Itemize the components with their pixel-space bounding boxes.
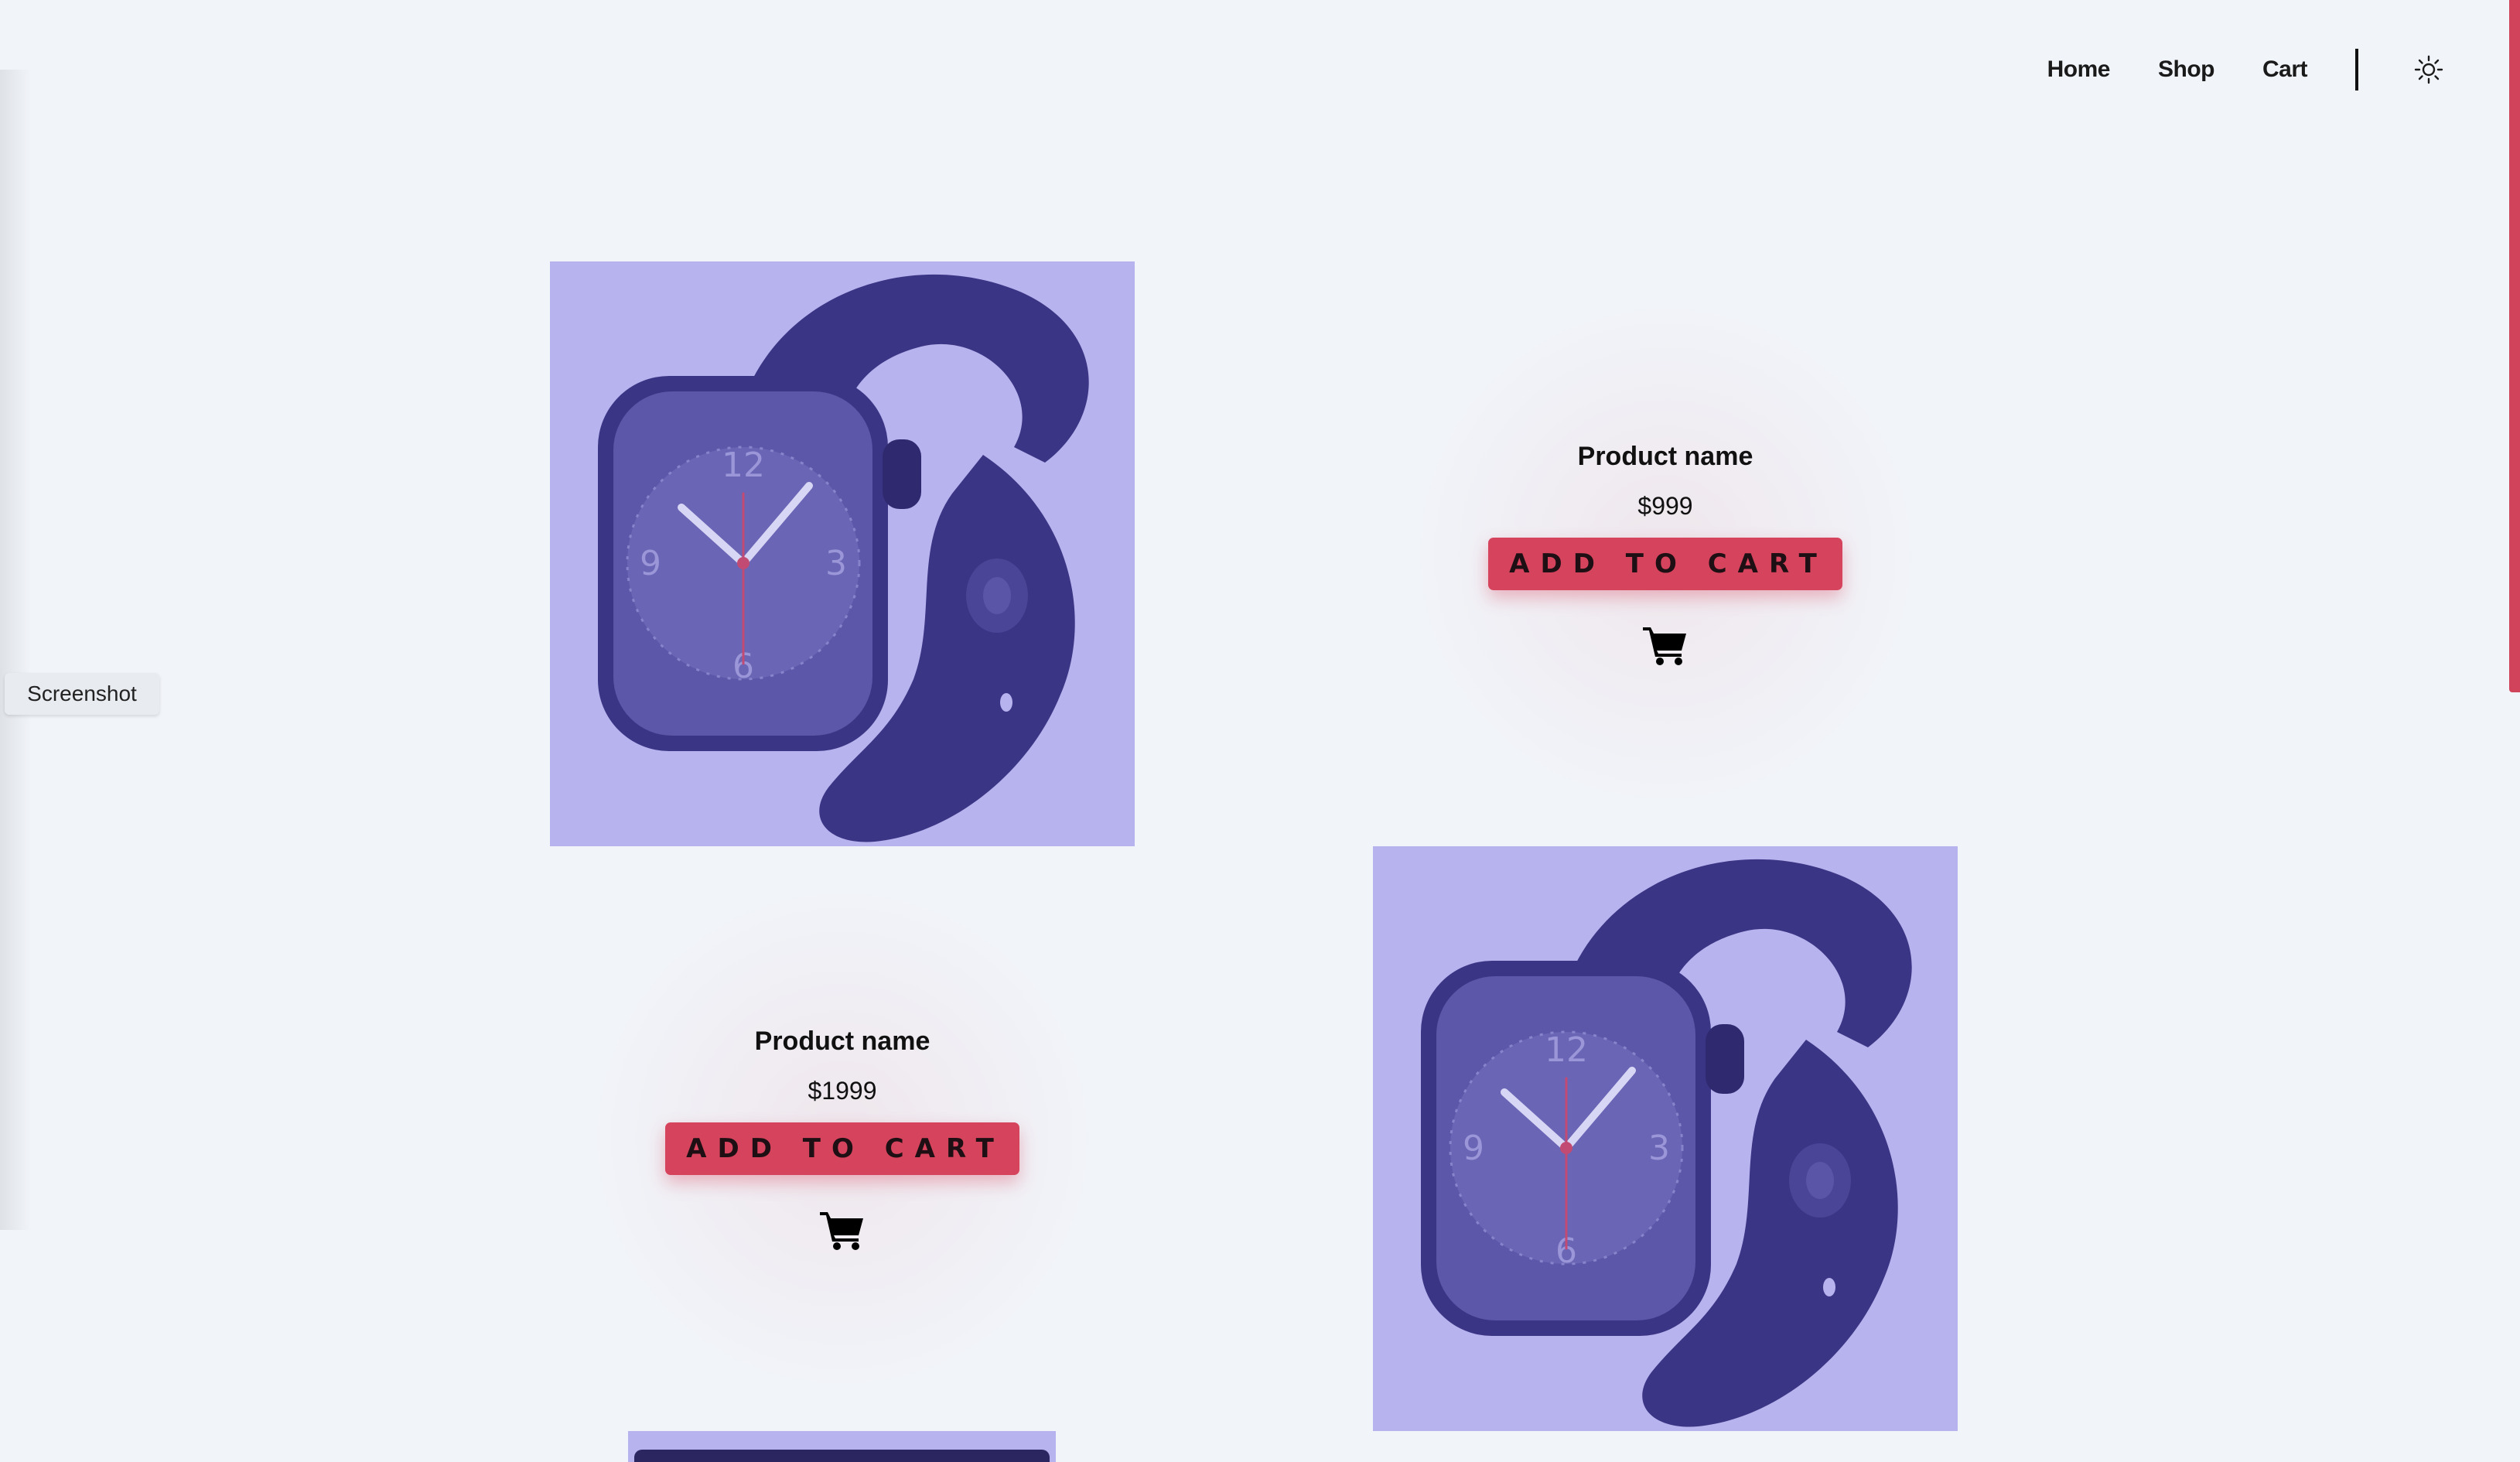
nav-divider: [2355, 49, 2358, 91]
screenshot-tag[interactable]: Screenshot: [5, 673, 159, 715]
svg-text:12: 12: [1545, 1030, 1588, 1070]
nav-link-cart[interactable]: Cart: [2262, 56, 2308, 83]
svg-text:3: 3: [1648, 1129, 1670, 1168]
cart-icon[interactable]: [1641, 624, 1689, 666]
theme-toggle-button[interactable]: [2411, 52, 2447, 87]
add-to-cart-button[interactable]: ADD TO CART: [1488, 538, 1842, 590]
svg-text:9: 9: [640, 544, 661, 583]
sun-icon: [2414, 55, 2443, 84]
add-to-cart-button[interactable]: ADD TO CART: [665, 1122, 1019, 1175]
nav-link-home[interactable]: Home: [2047, 56, 2111, 83]
product-card-1: Product name $999 ADD TO CART: [1373, 261, 1958, 846]
smartwatch-image: [634, 1450, 1050, 1462]
cart-icon[interactable]: [818, 1209, 866, 1251]
scrollbar-thumb[interactable]: [2509, 0, 2520, 692]
svg-text:3: 3: [825, 544, 847, 583]
main-nav: Home Shop Cart: [1999, 39, 2447, 101]
smartwatch-image: 12 6 3 9: [1421, 859, 1912, 1427]
product-image-3[interactable]: [628, 1431, 1056, 1462]
product-price: $999: [1637, 492, 1693, 520]
product-price: $1999: [808, 1077, 877, 1105]
product-image-2[interactable]: 12 6 3 9: [1373, 846, 1958, 1431]
nav-link-shop[interactable]: Shop: [2158, 56, 2215, 83]
product-name: Product name: [1577, 442, 1753, 471]
page-edge-shadow: [0, 70, 31, 1230]
product-image-1[interactable]: 12 6 3 9: [550, 261, 1135, 846]
smartwatch-image: 12 6 3 9: [598, 274, 1089, 842]
product-name: Product name: [754, 1026, 930, 1056]
product-card-2: Product name $1999 ADD TO CART: [550, 846, 1135, 1431]
svg-text:12: 12: [722, 446, 765, 485]
svg-text:9: 9: [1463, 1129, 1484, 1168]
